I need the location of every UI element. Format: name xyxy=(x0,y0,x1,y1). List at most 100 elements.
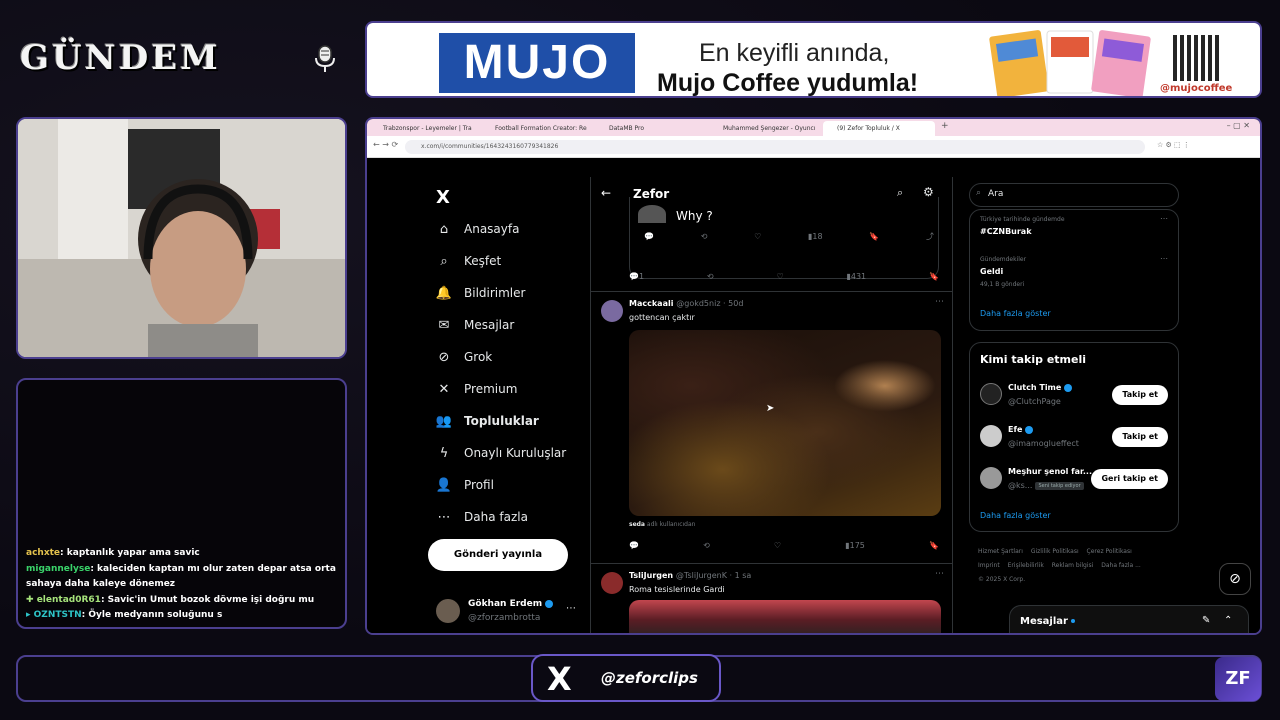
new-message-icon[interactable]: ✎ xyxy=(1202,615,1210,626)
reply-icon[interactable]: 💬 xyxy=(644,231,654,242)
views-count[interactable]: ▮ 18 xyxy=(808,231,823,242)
post-video[interactable]: ➤ xyxy=(629,330,941,516)
follow-button[interactable]: Takip et xyxy=(1112,385,1168,405)
nav-item-onaylı-kuruluşlar[interactable]: ϟ Onaylı Kuruluşlar xyxy=(436,441,567,465)
account-switcher[interactable]: Gökhan Erdem @zforzambrotta ⋯ xyxy=(436,597,596,627)
nav-item-keşfet[interactable]: ⌕ Keşfet xyxy=(436,249,501,273)
tab-bar: Trabzonspor - Leyemeler | Tra Football F… xyxy=(367,119,1260,136)
reply-count[interactable]: 💬 1 xyxy=(629,272,644,281)
reply-icon[interactable]: 💬 xyxy=(629,541,639,550)
browser-toolbar-icons[interactable]: ☆ ⚙ ⬚ ⋮ xyxy=(1157,141,1190,149)
views-count[interactable]: ▮ 175 xyxy=(845,541,865,550)
show-more-link[interactable]: Daha fazla göster xyxy=(980,511,1051,520)
x-logo: X xyxy=(547,660,572,698)
bookmark-icon[interactable]: 🔖 xyxy=(869,231,879,242)
bookmark-icon[interactable]: 🔖 xyxy=(929,541,939,550)
avatar xyxy=(980,467,1002,489)
avatar xyxy=(601,572,623,594)
footer-link[interactable]: Hizmet Şartları xyxy=(978,548,1023,555)
show-more-link[interactable]: Daha fazla göster xyxy=(980,309,1051,318)
footer-link[interactable]: Erişilebilirlik xyxy=(1008,562,1044,569)
browser-tab[interactable]: Muhammed Şengezer - Oyuncı xyxy=(709,121,821,136)
share-icon[interactable]: ⤴ xyxy=(926,231,934,242)
qr-code xyxy=(1173,35,1219,81)
new-tab-button[interactable]: + xyxy=(941,121,949,131)
search-input[interactable]: ⌕ Ara xyxy=(969,183,1179,207)
quote-text: Why ? xyxy=(676,209,713,223)
like-icon[interactable]: ♡ xyxy=(774,541,781,550)
x-premium-icon: ✕ xyxy=(438,381,450,397)
follow-back-button[interactable]: Geri takip et xyxy=(1091,469,1168,489)
nav-label: Daha fazla xyxy=(464,510,528,524)
repost-icon[interactable]: ⟲ xyxy=(703,541,710,550)
browser-tab-active[interactable]: (9) Zefor Topluluk / X xyxy=(823,121,935,136)
post-author: TsliJurgen @TsliJurgenK · 1 sa xyxy=(629,571,752,580)
nav-label: Grok xyxy=(464,350,493,364)
post-button[interactable]: Gönderi yayınla xyxy=(428,539,568,571)
more-dots-icon[interactable]: ⋯ xyxy=(566,603,576,614)
grok-icon[interactable]: ⊘ xyxy=(1219,563,1251,595)
verified-icon xyxy=(545,599,554,608)
who-to-follow-panel: Kimi takip etmeli Clutch Time @ClutchPag… xyxy=(969,342,1179,532)
trend-category: Türkiye tarihinde gündemde xyxy=(980,216,1065,223)
banner-text-1: En keyifli anında, xyxy=(699,39,890,67)
mujo-logo: MUJO xyxy=(439,33,635,93)
repost-icon[interactable]: ⟲ xyxy=(707,272,714,281)
verified-icon xyxy=(1025,425,1034,434)
nav-label: Premium xyxy=(464,382,518,396)
nav-arrows-icon[interactable]: ← → ⟳ xyxy=(373,140,398,149)
footer-link[interactable]: Gizlilik Politikası xyxy=(1031,548,1079,555)
nav-item-daha-fazla[interactable]: ⋯ Daha fazla xyxy=(436,505,528,529)
nav-item-grok[interactable]: ⊘ Grok xyxy=(436,345,493,369)
follow-button[interactable]: Takip et xyxy=(1112,427,1168,447)
more-dots-icon[interactable]: ⋯ xyxy=(935,569,944,579)
post[interactable]: TsliJurgen @TsliJurgenK · 1 sa ⋯ Roma te… xyxy=(591,563,952,633)
bookmark-icon[interactable]: 🔖 xyxy=(929,272,939,281)
more-dots-icon[interactable]: ⋯ xyxy=(1160,214,1168,223)
expand-icon[interactable]: ⌃ xyxy=(1224,615,1232,626)
person-icon: 👤 xyxy=(435,477,453,493)
footer-link[interactable]: Imprint xyxy=(978,562,1000,569)
repost-icon[interactable]: ⟲ xyxy=(701,231,708,242)
sponsor-banner: MUJO En keyifli anında, Mujo Coffee yudu… xyxy=(365,21,1262,98)
trend-name[interactable]: #CZNBurak xyxy=(980,227,1032,236)
messages-drawer[interactable]: Mesajlar ✎ ⌃ xyxy=(1009,605,1249,633)
grok-icon: ⊘ xyxy=(438,349,450,365)
browser-tab[interactable]: DataMB Pro xyxy=(595,121,707,136)
nav-label: Topluluklar xyxy=(464,414,539,428)
nav-item-anasayfa[interactable]: ⌂ Anasayfa xyxy=(436,217,520,241)
like-icon[interactable]: ♡ xyxy=(776,272,783,281)
trend-name[interactable]: Geldi xyxy=(980,267,1003,276)
footer-link[interactable]: Daha fazla ... xyxy=(1101,562,1141,569)
more-dots-icon[interactable]: ⋯ xyxy=(1160,254,1168,263)
address-bar: ← → ⟳ x.com/i/communities/16432431607793… xyxy=(367,136,1260,158)
post[interactable]: Macckaali @gokd5niz · 50d ⋯ gottencan ça… xyxy=(591,291,952,561)
nav-item-mesajlar[interactable]: ✉ Mesajlar xyxy=(436,313,515,337)
post-text: gottencan çaktır xyxy=(629,313,695,322)
more-dots-icon[interactable]: ⋯ xyxy=(935,297,944,307)
quoted-post[interactable]: Why ? 💬 ⟲ ♡ ▮ 18 🔖 ⤴ xyxy=(629,197,939,279)
nav-item-bildirimler[interactable]: 🔔 Bildirimler xyxy=(436,281,526,305)
mail-icon: ✉ xyxy=(438,317,450,333)
browser-tab[interactable]: Football Formation Creator: Re xyxy=(481,121,593,136)
post-image[interactable] xyxy=(629,600,941,633)
more-circle-icon: ⋯ xyxy=(437,509,451,525)
nav-item-profil[interactable]: 👤 Profil xyxy=(436,473,494,497)
back-arrow-icon[interactable]: ← xyxy=(601,186,611,200)
x-logo[interactable]: X xyxy=(436,187,450,208)
footer-link[interactable]: Çerez Politikası xyxy=(1087,548,1132,555)
footer-link[interactable]: Reklam bilgisi xyxy=(1052,562,1094,569)
mouse-cursor-icon: ➤ xyxy=(766,403,775,414)
views-count[interactable]: ▮ 431 xyxy=(846,272,866,281)
url-input[interactable]: x.com/i/communities/1643243160779341826 xyxy=(405,140,1145,154)
browser-tab[interactable]: Trabzonspor - Leyemeler | Tra xyxy=(369,121,479,136)
post-actions: 💬 ⟲ ♡ ▮ 175 🔖 xyxy=(629,541,939,550)
communities-icon: 👥 xyxy=(435,413,453,429)
x-handle-tag: X @zeforclips xyxy=(531,654,721,702)
nav-item-topluluklar[interactable]: 👥 Topluluklar xyxy=(436,409,539,433)
trend-count: 49,1 B gönderi xyxy=(980,281,1025,288)
nav-item-premium[interactable]: ✕ Premium xyxy=(436,377,518,401)
like-icon[interactable]: ♡ xyxy=(754,231,761,242)
window-controls[interactable]: – ▢ ✕ xyxy=(1227,121,1250,130)
search-icon: ⌕ xyxy=(976,188,982,198)
